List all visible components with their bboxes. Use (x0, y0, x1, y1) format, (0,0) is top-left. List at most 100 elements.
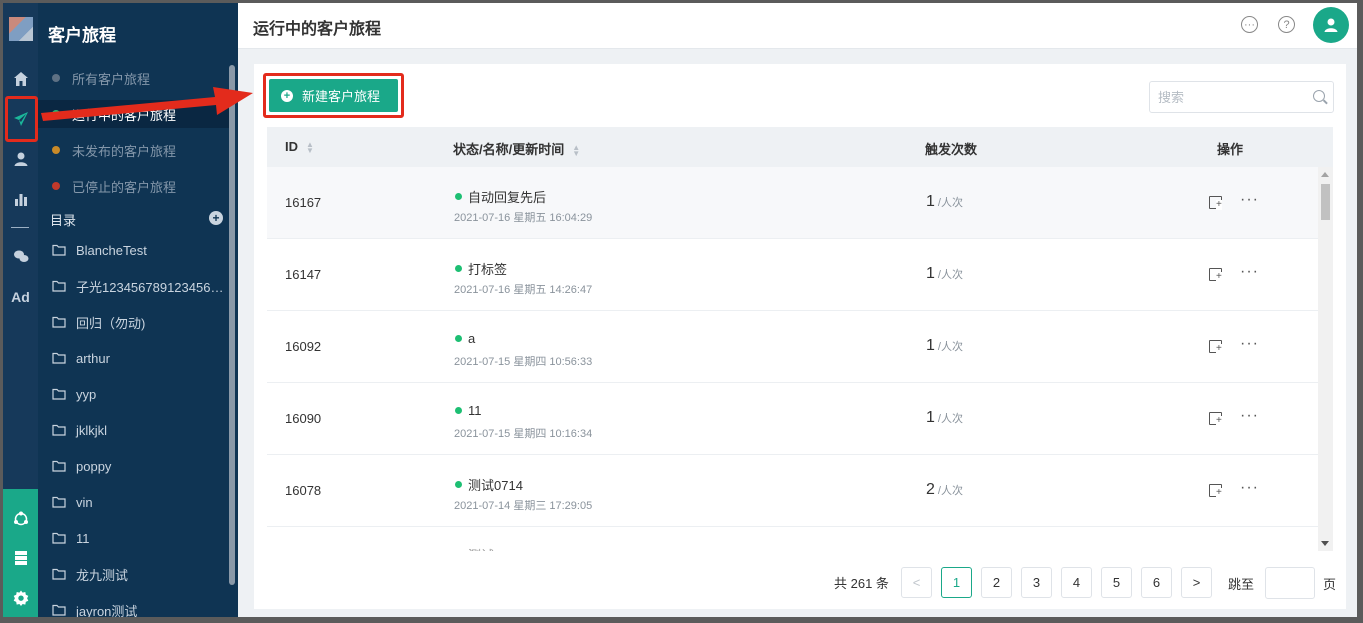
folder-icon (52, 496, 66, 508)
folder-label: poppy (76, 458, 112, 474)
folder-item[interactable]: 龙九测试 (38, 560, 230, 588)
scroll-down-arrow-icon[interactable] (1321, 541, 1329, 546)
folder-item[interactable]: 11 (38, 524, 230, 552)
search-icon[interactable] (1313, 90, 1325, 102)
table-row[interactable]: 16147 打标签 2021-07-16 星期五 14:26:47 1/人次 ··· (267, 239, 1318, 311)
folder-item[interactable]: 子光123456789123456… (38, 272, 230, 300)
row-name-label: 打标签 (468, 262, 508, 277)
wechat-icon[interactable] (3, 241, 38, 271)
user-icon[interactable] (3, 144, 38, 174)
row-id: 16092 (285, 339, 322, 354)
prev-page-button[interactable]: < (901, 567, 932, 598)
page-button[interactable]: 5 (1101, 567, 1132, 598)
sort-icon[interactable]: ▲ ▼ (306, 140, 314, 154)
status-dot (52, 110, 60, 118)
add-folder-button[interactable]: + (209, 211, 223, 225)
new-journey-button-label: 新建客户旅程 (302, 89, 381, 104)
new-journey-button[interactable]: + 新建客户旅程 (269, 79, 398, 112)
more-icon[interactable]: ··· (1240, 263, 1259, 281)
edit-icon[interactable] (1209, 268, 1222, 282)
folder-label: 龙九测试 (76, 567, 129, 583)
help-icon[interactable]: ? (1278, 16, 1295, 33)
content-card: + 新建客户旅程 ID▲▼ 状态/名称/更新时间▲▼ 触发次数 操作 16167… (254, 64, 1346, 609)
edit-icon[interactable] (1209, 412, 1222, 426)
row-name[interactable]: 自动回复先后 (455, 187, 546, 206)
more-icon[interactable]: ··· (1240, 335, 1259, 353)
folder-icon (52, 604, 66, 616)
folder-item[interactable]: 回归（勿动) (38, 308, 230, 336)
rail-bottom-group (3, 489, 38, 617)
status-dot (52, 146, 60, 154)
sidebar-item-journey[interactable]: 未发布的客户旅程 (38, 136, 230, 164)
folder-item[interactable]: jayron测试 (38, 596, 230, 617)
folder-item[interactable]: yyp (38, 380, 230, 408)
page-button[interactable]: 2 (981, 567, 1012, 598)
journey-table: ID ▲ ▼ 状态/名称/更新时间 ▲ ▼ 触发次数 操作 16167 自动回复先后 202… (267, 127, 1333, 551)
sort-icon[interactable]: ▲ ▼ (572, 143, 580, 157)
table-row[interactable]: 16167 自动回复先后 2021-07-16 星期五 16:04:29 1/人次 ··… (267, 167, 1318, 239)
folder-item[interactable]: vin (38, 488, 230, 516)
page-header: 运行中的客户旅程 ··· ? (238, 3, 1357, 49)
folder-label: arthur (76, 350, 110, 366)
more-icon[interactable]: ··· (1240, 479, 1259, 497)
page-button[interactable]: 3 (1021, 567, 1052, 598)
folder-label: vin (76, 494, 93, 510)
table-scrollbar[interactable] (1318, 167, 1333, 551)
folder-icon (52, 244, 66, 256)
more-icon[interactable]: ··· (1240, 191, 1259, 209)
row-name-label: 测试0714 (468, 478, 523, 493)
folder-label: yyp (76, 386, 97, 402)
folder-item[interactable]: poppy (38, 452, 230, 480)
column-header-id[interactable]: ID ▲ ▼ (285, 139, 314, 154)
folder-label: jayron测试 (76, 603, 138, 618)
next-page-button[interactable]: > (1181, 567, 1212, 598)
row-name[interactable]: 测试0714 (455, 475, 523, 494)
column-header-name[interactable]: 状态/名称/更新时间 ▲ ▼ (453, 139, 580, 158)
chat-icon[interactable]: ··· (1241, 16, 1258, 33)
jump-page-input[interactable] (1265, 567, 1315, 599)
table-header: ID ▲ ▼ 状态/名称/更新时间 ▲ ▼ 触发次数 操作 (267, 127, 1333, 167)
home-icon[interactable] (3, 64, 38, 94)
scrollbar-thumb[interactable] (1321, 184, 1330, 220)
more-icon[interactable]: ··· (1240, 407, 1259, 425)
status-dot (455, 193, 462, 200)
row-name[interactable]: 测试... (455, 545, 505, 551)
chart-icon[interactable] (3, 184, 38, 214)
page-button[interactable]: 1 (941, 567, 972, 598)
search-input[interactable] (1149, 81, 1334, 113)
status-dot (455, 407, 462, 414)
row-name[interactable]: 打标签 (455, 259, 507, 278)
avatar[interactable] (1313, 7, 1349, 43)
sidebar-item-journey[interactable]: 运行中的客户旅程 (38, 100, 230, 128)
ad-icon[interactable]: Ad (3, 282, 38, 312)
edit-icon[interactable] (1209, 196, 1222, 210)
row-updated-time: 2021-07-15 星期四 10:56:33 (454, 356, 593, 368)
sidebar-scrollbar[interactable] (229, 65, 235, 585)
table-row[interactable]: 测试... (267, 527, 1318, 551)
settings-icon[interactable] (3, 583, 38, 613)
table-row[interactable]: 16078 测试0714 2021-07-14 星期三 17:29:05 2/人次 ··… (267, 455, 1318, 527)
row-id: 16147 (285, 267, 322, 282)
table-row[interactable]: 16090 11 2021-07-15 星期四 10:16:34 1/人次 ··· (267, 383, 1318, 455)
row-updated-time: 2021-07-15 星期四 10:16:34 (454, 428, 593, 440)
row-name-label: 自动回复先后 (468, 190, 547, 205)
sidebar-item-journey[interactable]: 已停止的客户旅程 (38, 172, 230, 200)
page-button[interactable]: 6 (1141, 567, 1172, 598)
status-dot (52, 74, 60, 82)
folder-item[interactable]: arthur (38, 344, 230, 372)
folder-item[interactable]: jklkjkl (38, 416, 230, 444)
server-icon[interactable] (3, 543, 38, 573)
folder-icon (52, 316, 66, 328)
network-icon[interactable] (3, 504, 38, 534)
table-row[interactable]: 16092 a 2021-07-15 星期四 10:56:33 1/人次 ··· (267, 311, 1318, 383)
sidebar: 客户旅程 所有客户旅程 运行中的客户旅程 未发布的客户旅程 已停止的客户旅程 目录 +… (38, 3, 238, 617)
page-button[interactable]: 4 (1061, 567, 1092, 598)
folder-item[interactable]: BlancheTest (38, 236, 230, 264)
row-name[interactable]: a (455, 331, 475, 346)
row-name[interactable]: 11 (455, 403, 482, 418)
folder-label: BlancheTest (76, 242, 147, 258)
scroll-up-arrow-icon[interactable] (1321, 172, 1329, 177)
sidebar-item-journey[interactable]: 所有客户旅程 (38, 64, 230, 92)
edit-icon[interactable] (1209, 340, 1222, 354)
edit-icon[interactable] (1209, 484, 1222, 498)
